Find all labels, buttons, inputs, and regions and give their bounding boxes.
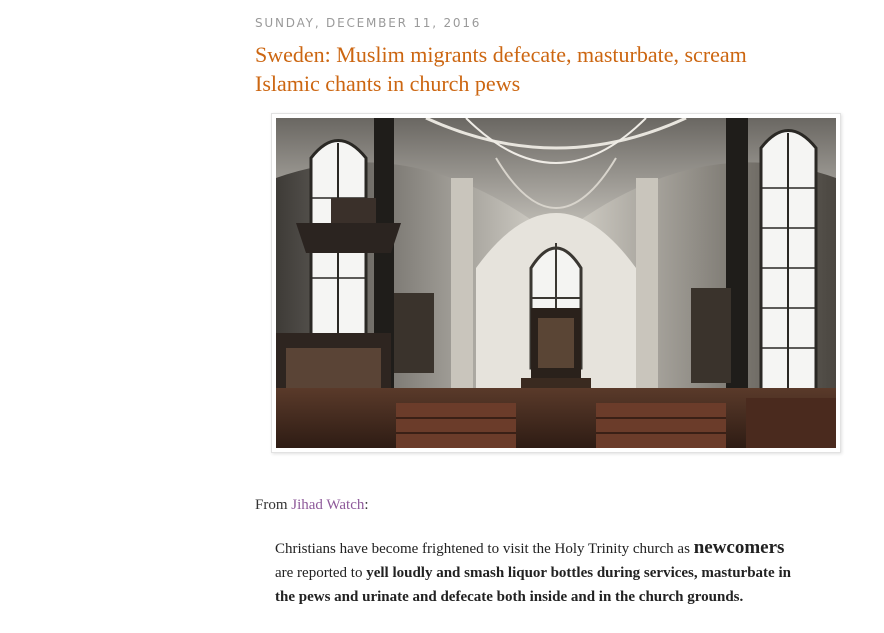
source-line: From Jihad Watch:	[255, 497, 369, 514]
quote-text-2: are reported to	[275, 565, 367, 581]
church-interior-image	[276, 118, 836, 448]
source-suffix: :	[364, 497, 369, 513]
blockquote: Christians have become frightened to vis…	[275, 536, 795, 609]
church-interior-photo[interactable]	[271, 113, 841, 453]
source-prefix: From	[255, 497, 292, 513]
post-date: SUNDAY, DECEMBER 11, 2016	[255, 16, 482, 30]
post-title[interactable]: Sweden: Muslim migrants defecate, mastur…	[255, 40, 815, 98]
jihad-watch-link[interactable]: Jihad Watch	[291, 497, 364, 513]
quote-emphasis-newcomers: newcomers	[693, 537, 785, 558]
quote-text-1: Christians have become frightened to vis…	[275, 541, 694, 557]
